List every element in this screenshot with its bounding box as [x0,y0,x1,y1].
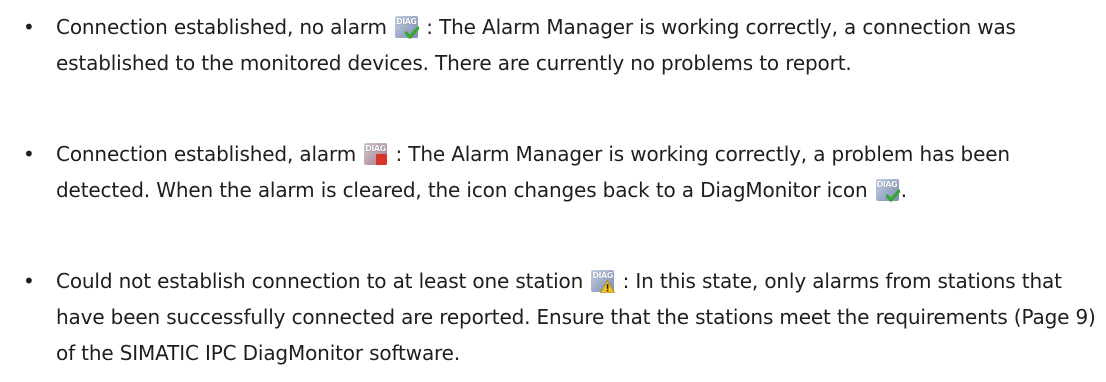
diag-alarm-icon: DIAG [364,143,388,178]
requirements-link[interactable]: requirements (Page 9) [876,305,1096,329]
diag-warning-icon: DIAG [591,270,616,293]
list-item-connection-warning: • Could not establish connection to at l… [23,263,1096,371]
list-item-no-alarm: • Connection established, no alarm DIAG … [23,9,1096,81]
bullet: • [23,269,35,293]
item-title: Could not establish connection to at lea… [56,269,584,293]
item-description-end: of the SIMATIC IPC DiagMonitor software. [56,341,461,365]
item-description-tail: . [900,178,907,202]
diag-connected-ok-icon: DIAG [395,16,420,39]
diag-connected-ok-icon: DIAG [875,179,900,202]
bullet: • [23,15,35,39]
bullet: • [23,142,35,166]
list-item-alarm: • Connection established, alarm DIAG : T… [23,136,1096,208]
item-title: Connection established, alarm [56,142,357,166]
item-title: Connection established, no alarm [56,15,387,39]
